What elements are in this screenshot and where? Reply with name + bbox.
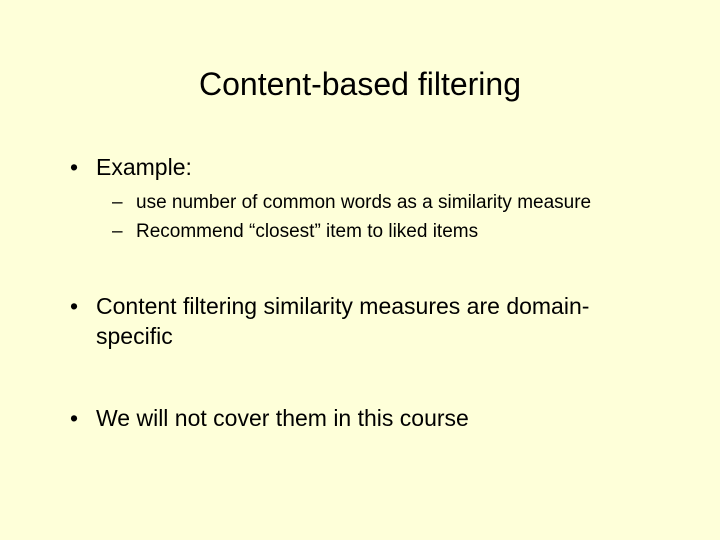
slide-title: Content-based filtering [0, 0, 720, 153]
slide-content: Example: use number of common words as a… [0, 153, 720, 434]
slide: Content-based filtering Example: use num… [0, 0, 720, 540]
bullet-similarity-measure: use number of common words as a similari… [64, 191, 656, 216]
spacer [64, 360, 656, 404]
bullet-recommend-closest: Recommend “closest” item to liked items [64, 220, 656, 245]
bullet-not-covered: We will not cover them in this course [64, 404, 656, 434]
spacer [64, 248, 656, 292]
bullet-domain-specific: Content filtering similarity measures ar… [64, 292, 656, 352]
bullet-example: Example: [64, 153, 656, 183]
